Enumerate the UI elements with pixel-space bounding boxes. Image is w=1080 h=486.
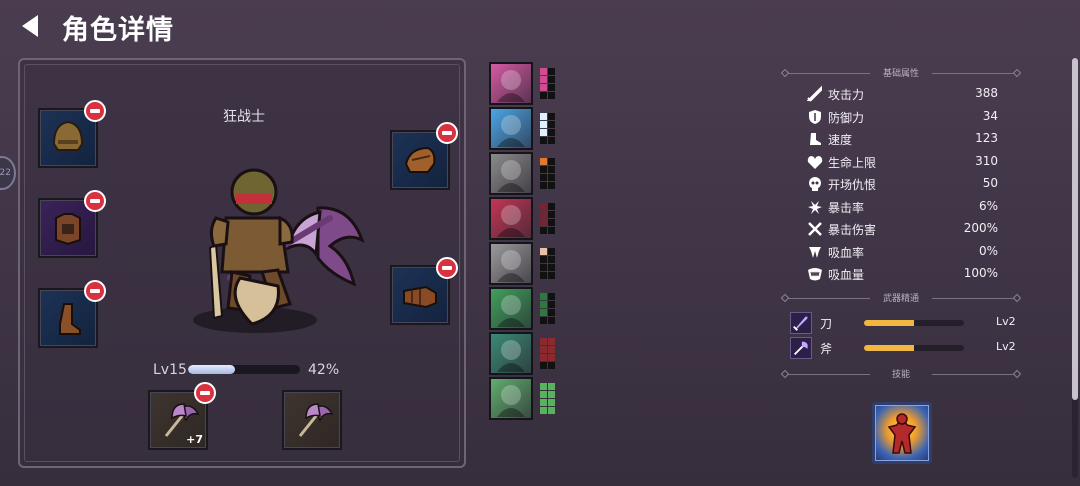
- team-member-star-grid: [540, 68, 555, 99]
- stat-value: 0%: [978, 243, 998, 258]
- sword-icon: [806, 85, 824, 103]
- stat-row: 攻击力 388: [806, 84, 1006, 104]
- axe-weapon-icon: [298, 403, 334, 437]
- warrior-portrait[interactable]: [489, 332, 533, 375]
- rage-skill-icon[interactable]: [872, 402, 932, 464]
- crossed-swords-icon: [806, 220, 824, 238]
- stat-label: 暴击率: [828, 200, 865, 215]
- remove-weapon-button[interactable]: [194, 382, 216, 404]
- mastery-progress-fill: [864, 320, 914, 326]
- remove-gauntlet-button[interactable]: [436, 257, 458, 279]
- stat-label: 吸血量: [828, 268, 865, 282]
- mastery-progress-bar: [864, 345, 964, 351]
- stat-value: 310: [975, 153, 998, 168]
- scroll-thumb[interactable]: [1072, 58, 1078, 400]
- xp-progress-fill: [188, 365, 236, 374]
- mastery-progress-bar: [864, 320, 964, 326]
- berserker-hero-illustration: [193, 168, 365, 333]
- team-member-star-grid: [540, 113, 555, 144]
- weapon-upgrade-label: +7: [186, 433, 203, 446]
- equip-slot-boots[interactable]: [38, 280, 106, 348]
- hero-level-label: Lv15: [153, 362, 187, 378]
- stat-value: 34: [982, 108, 998, 123]
- fang-icon: [806, 243, 824, 261]
- jaw-icon: [806, 265, 824, 283]
- remove-helmet-button[interactable]: [84, 100, 106, 122]
- equip-slot-shoulder[interactable]: [390, 122, 458, 190]
- side-tab-badge[interactable]: 22: [0, 156, 16, 190]
- hero-panel: 狂战士 Lv15 42% +7: [18, 58, 466, 468]
- beast-portrait[interactable]: [489, 197, 533, 240]
- stat-row: 速度 123: [806, 129, 1006, 149]
- scrollbar[interactable]: [1072, 58, 1078, 478]
- stat-value: 200%: [963, 221, 998, 235]
- remove-armor-button[interactable]: [84, 190, 106, 212]
- stat-label: 攻击力: [828, 88, 865, 102]
- remove-shoulder-button[interactable]: [436, 122, 458, 144]
- boot-speed-icon: [806, 130, 824, 148]
- weapon-mastery-row: 刀 Lv2: [790, 312, 1016, 334]
- stat-value: 100%: [963, 266, 998, 280]
- stat-row: 吸血量 100%: [806, 264, 1006, 284]
- skull-icon: [806, 175, 824, 193]
- equip-slot-armor[interactable]: [38, 190, 106, 258]
- mastery-label: 刀: [820, 317, 833, 331]
- blade-icon: [790, 312, 812, 334]
- team-member-star-grid: [540, 158, 555, 189]
- equip-slot-helmet[interactable]: [38, 100, 106, 168]
- stat-value: 388: [975, 86, 998, 100]
- mastery-level: Lv2: [996, 340, 1016, 353]
- page-title: 角色详情: [62, 15, 174, 46]
- xp-percent-label: 42%: [308, 362, 340, 378]
- team-member-star-grid: [540, 248, 555, 279]
- stat-row: 暴击率 6%: [806, 197, 1006, 217]
- team-member-star-grid: [540, 293, 555, 324]
- mage-portrait[interactable]: [489, 377, 533, 420]
- stat-value: 50: [982, 176, 998, 190]
- stat-label: 吸血率: [828, 245, 865, 260]
- stat-label: 生命上限: [828, 155, 877, 170]
- ghost-portrait[interactable]: [489, 242, 533, 285]
- angel-portrait[interactable]: [489, 107, 533, 150]
- back-arrow-icon[interactable]: [18, 12, 46, 40]
- header: 角色详情: [0, 0, 1080, 50]
- weapon-slot-main[interactable]: +7: [148, 382, 216, 450]
- shield-icon: [806, 108, 824, 126]
- skeleton-portrait[interactable]: [489, 152, 533, 195]
- stat-row: 开场仇恨 50: [806, 174, 1006, 194]
- mastery-label: 斧: [820, 342, 833, 356]
- stat-label: 暴击伤害: [828, 223, 877, 237]
- team-member-star-grid: [540, 383, 555, 414]
- monk-portrait[interactable]: [489, 287, 533, 330]
- xp-progress-bar: [188, 365, 300, 374]
- weapon-mastery-header: 武器精通: [780, 291, 1022, 305]
- stat-row: 防御力 34: [806, 107, 1006, 127]
- axe-icon: [790, 337, 812, 359]
- basic-stats-header: 基础属性: [780, 66, 1022, 80]
- heart-icon: [806, 153, 824, 171]
- team-member-star-grid: [540, 338, 555, 369]
- stat-label: 开场仇恨: [828, 178, 877, 192]
- stat-value: 123: [975, 131, 998, 145]
- stat-label: 防御力: [828, 110, 865, 125]
- stat-label: 速度: [828, 133, 853, 147]
- mastery-level: Lv2: [996, 315, 1016, 328]
- stat-row: 暴击伤害 200%: [806, 219, 1006, 239]
- remove-boots-button[interactable]: [84, 280, 106, 302]
- claw-portrait[interactable]: [489, 62, 533, 105]
- stat-value: 6%: [978, 198, 998, 213]
- team-member-star-grid: [540, 203, 555, 234]
- equip-slot-gauntlet[interactable]: [390, 257, 458, 325]
- burst-icon: [806, 198, 824, 216]
- stat-row: 生命上限 310: [806, 152, 1006, 172]
- stat-row: 吸血率 0%: [806, 242, 1006, 262]
- skills-header: 技能: [780, 367, 1022, 381]
- mastery-progress-fill: [864, 345, 914, 351]
- weapon-mastery-row: 斧 Lv2: [790, 337, 1016, 359]
- weapon-slot-secondary[interactable]: [282, 390, 342, 450]
